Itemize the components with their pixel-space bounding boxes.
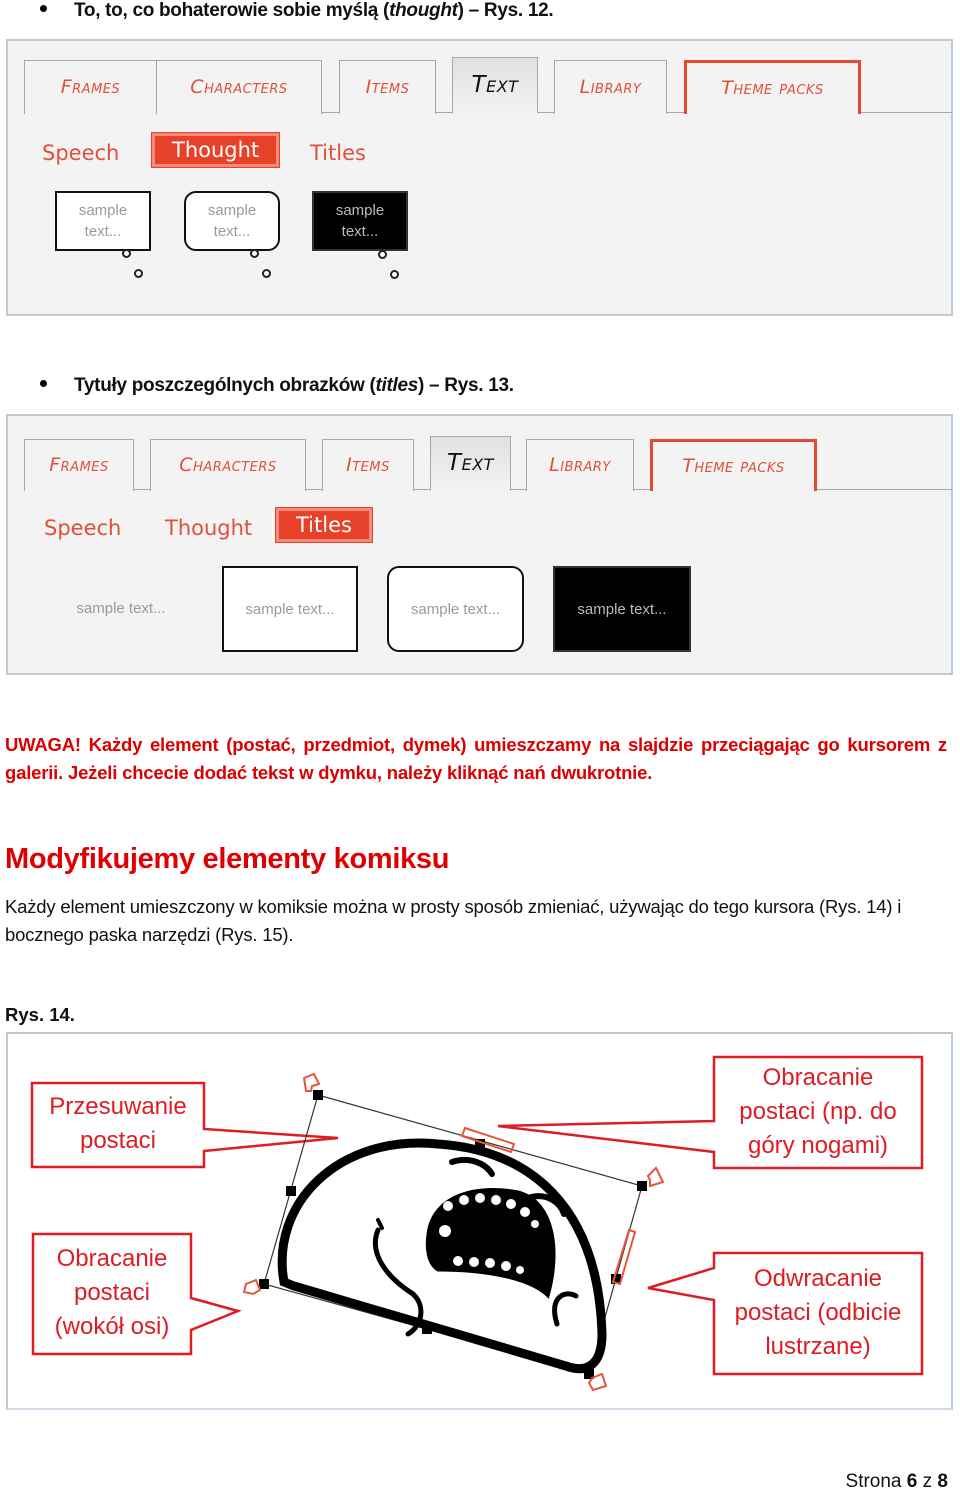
handle-icon[interactable] — [637, 1181, 647, 1191]
bubble-text: sample text... — [78, 202, 128, 240]
thought-dot-icon — [134, 269, 143, 278]
tab-bar: Frames Characters Items Text Library The… — [24, 56, 952, 114]
callout-rotate-axis-text: Obracanie postaci (wokół osi) — [33, 1242, 191, 1344]
callout-move-text: Przesuwanie postaci — [32, 1090, 204, 1158]
bullet-thought: To, to, co bohaterowie sobie myślą (thou… — [40, 0, 554, 22]
figure-14: Przesuwanie postaci Obracanie postaci (n… — [6, 1032, 953, 1410]
tab-items[interactable]: Items — [339, 59, 436, 114]
tab-items[interactable]: Items — [322, 438, 414, 491]
callout-line: postaci (np. do — [739, 1098, 897, 1125]
subtab-speech[interactable]: Speech — [44, 516, 121, 540]
tab-frames[interactable]: Frames — [24, 59, 157, 114]
thought-bubble-square[interactable]: sample text... — [55, 191, 151, 251]
bullet-text: ) – Rys. 13. — [418, 375, 514, 396]
warning-note: UWAGA! Każdy element (postać, przedmiot,… — [5, 731, 947, 787]
bullet-text: ) – Rys. 12. — [457, 0, 554, 21]
thought-dot-icon — [378, 250, 387, 259]
title-plain[interactable]: sample text... — [66, 566, 176, 650]
callout-line: góry nogami) — [747, 1132, 889, 1159]
tab-characters[interactable]: Characters — [156, 59, 322, 114]
subtab-speech[interactable]: Speech — [42, 141, 119, 165]
callout-line: Przesuwanie — [49, 1093, 187, 1120]
warning-label: UWAGA! — [5, 734, 81, 755]
bubble-text: sample text... — [207, 202, 257, 240]
tab-characters[interactable]: Characters — [150, 438, 306, 491]
bullet-dot-icon — [40, 380, 47, 388]
warning-text: Każdy element (postać, przedmiot, dymek)… — [5, 734, 947, 783]
footer-separator: z — [917, 1471, 938, 1492]
callout-line: Odwracanie — [753, 1265, 883, 1292]
figure-14-caption: Rys. 14. — [5, 1004, 75, 1025]
title-dark[interactable]: sample text... — [553, 566, 691, 652]
handle-icon[interactable] — [259, 1279, 269, 1289]
page-footer: Strona 6 z 8 — [846, 1471, 948, 1493]
callout-line: Obracanie — [56, 1245, 168, 1272]
rotate-corner-icon[interactable] — [242, 1278, 262, 1296]
subtab-titles[interactable]: Titles — [275, 507, 373, 543]
subtab-thought[interactable]: Thought — [150, 132, 281, 168]
bullet-italic: titles — [375, 375, 419, 396]
title-rounded[interactable]: sample text... — [387, 566, 524, 652]
bubble-text: sample text... — [335, 202, 385, 240]
handle-icon[interactable] — [313, 1090, 323, 1100]
handle-icon[interactable] — [286, 1186, 296, 1196]
thought-bubble-rounded[interactable]: sample text... — [184, 191, 280, 251]
tab-text[interactable]: Text — [430, 435, 511, 491]
bullet-dot-icon — [40, 5, 47, 13]
bullet-titles: Tytuły poszczególnych obrazków (titles) … — [40, 375, 514, 397]
footer-prefix: Strona — [845, 1471, 907, 1492]
bullet-text: To, to, co bohaterowie sobie myślą ( — [74, 0, 390, 21]
callout-line: (wokół osi) — [54, 1313, 170, 1340]
tab-theme-packs[interactable]: Theme packs — [684, 59, 861, 114]
tab-bar: Frames Characters Items Text Library The… — [24, 435, 952, 491]
tab-frames[interactable]: Frames — [24, 438, 134, 491]
callout-line: postaci — [73, 1279, 151, 1306]
callout-line: lustrzane) — [765, 1333, 871, 1360]
thought-dot-icon — [390, 270, 399, 279]
rotate-corner-icon[interactable] — [646, 1166, 665, 1188]
subtab-thought[interactable]: Thought — [165, 516, 252, 540]
tab-theme-packs[interactable]: Theme packs — [650, 438, 817, 491]
rotate-corner-icon[interactable] — [302, 1072, 321, 1092]
callout-line: postaci — [79, 1127, 157, 1154]
figure-13-panel: Frames Characters Items Text Library The… — [6, 414, 953, 675]
subtab-titles[interactable]: Titles — [310, 141, 366, 165]
section-paragraph: Każdy element umieszczony w komiksie moż… — [5, 896, 902, 945]
thought-dot-icon — [262, 269, 271, 278]
callout-rotate-flip-text: Obracanie postaci (np. do góry nogami) — [714, 1061, 922, 1163]
footer-page-number: 6 — [906, 1471, 918, 1492]
bullet-text: Tytuły poszczególnych obrazków ( — [74, 375, 376, 396]
callout-line: postaci (odbicie — [734, 1299, 902, 1326]
tab-text[interactable]: Text — [452, 56, 538, 114]
bullet-italic: thought — [389, 0, 458, 21]
figure-12-panel: Frames Characters Items Text Library The… — [6, 39, 953, 316]
tab-library[interactable]: Library — [526, 438, 634, 491]
footer-total-pages: 8 — [937, 1471, 948, 1492]
callout-line: Obracanie — [762, 1064, 874, 1091]
character-drawing[interactable] — [277, 1138, 607, 1374]
callout-mirror-text: Odwracanie postaci (odbicie lustrzane) — [714, 1262, 922, 1364]
title-square[interactable]: sample text... — [222, 566, 358, 652]
section-heading: Modyfikujemy elementy komiksu — [5, 843, 450, 875]
thought-dot-icon — [122, 249, 131, 258]
thought-dot-icon — [250, 249, 259, 258]
tab-library[interactable]: Library — [554, 59, 667, 114]
thought-bubble-dark[interactable]: sample text... — [312, 191, 408, 251]
